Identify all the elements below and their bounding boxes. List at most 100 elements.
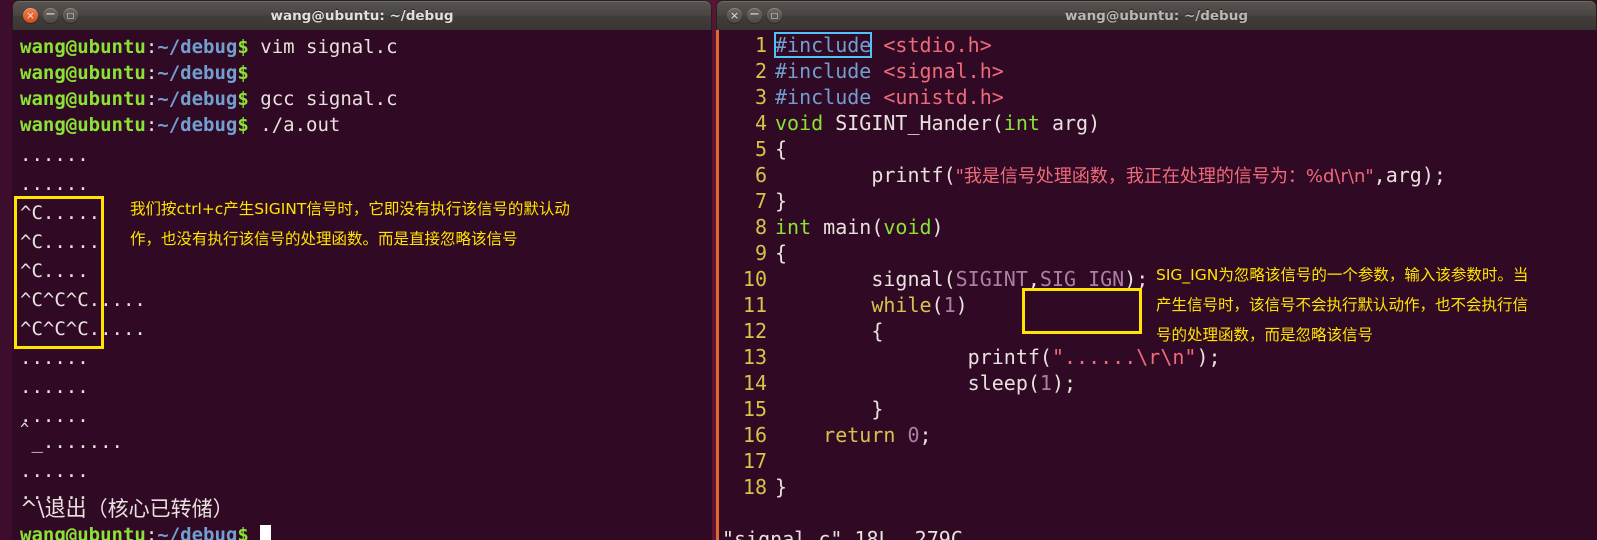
vim-line-15: 15 } xyxy=(719,396,1597,422)
token-void-kw: void xyxy=(883,215,932,239)
prompt-user: wang@ubuntu xyxy=(20,88,146,110)
token-string-6: "我是信号处理函数，我正在处理的信号为：%d\r\n" xyxy=(955,166,1374,187)
vim-status-line: "signal.c" 18L, 279C 1,1 全部 xyxy=(719,500,1597,540)
line-number: 14 xyxy=(742,371,767,395)
annotation-left-line1: 我们按ctrl+c产生SIGINT信号时，它即没有执行该信号的默认动 xyxy=(130,200,570,218)
close-button-right[interactable]: × xyxy=(727,8,742,23)
prompt-path: ~/debug xyxy=(157,524,238,540)
token-zero: 0 xyxy=(895,423,920,447)
token-arg: arg) xyxy=(1039,111,1101,135)
line-number: 16 xyxy=(742,423,767,447)
window-controls-left[interactable]: × − □ xyxy=(23,8,78,23)
line-number: 1 xyxy=(754,33,767,57)
window-title-right: wang@ubuntu: ~/debug xyxy=(1064,7,1248,24)
prompt-colon: : xyxy=(145,114,158,136)
vim-editor-pane[interactable]: 1 #include <stdio.h> 2 #include <signal.h>… xyxy=(716,30,1597,540)
minimize-icon: − xyxy=(45,6,56,22)
token-one: 1 xyxy=(943,293,956,317)
token-brace-open-12: { xyxy=(871,319,884,343)
annotation-left-line2: 作，也没有执行该信号的处理函数。而是直接忽略该信号 xyxy=(130,230,518,248)
line-number: 18 xyxy=(742,475,767,499)
line-number: 6 xyxy=(754,163,767,187)
terminal-line-empty-prompt: wang@ubuntu:~/debug$ xyxy=(20,60,249,86)
titlebar-right[interactable]: × − □ wang@ubuntu: ~/debug xyxy=(716,0,1597,30)
command-vim: vim signal.c xyxy=(248,36,398,58)
highlight-box-ctrlc xyxy=(14,196,104,349)
prompt-dollar: $ xyxy=(237,62,249,84)
output-dots-2: ...... xyxy=(20,173,89,195)
minimize-button-left[interactable]: − xyxy=(43,8,58,23)
output-underscore-dots: _....... xyxy=(20,431,123,453)
line-number: 8 xyxy=(754,215,767,239)
terminal-line-vim: wang@ubuntu:~/debug$ vim signal.c xyxy=(20,34,398,60)
line-number: 13 xyxy=(742,345,767,369)
window-title-left: wang@ubuntu: ~/debug xyxy=(270,7,454,24)
token-sleep: sleep( xyxy=(967,371,1040,395)
line-number: 5 xyxy=(754,137,767,161)
maximize-button-right[interactable]: □ xyxy=(767,8,782,23)
line-number: 7 xyxy=(754,189,767,213)
terminal-cursor xyxy=(260,525,272,540)
token-semi-14: ); xyxy=(1051,371,1077,395)
token-main: main( xyxy=(811,215,884,239)
prompt-user: wang@ubuntu xyxy=(20,36,146,58)
token-arg-call: ,arg); xyxy=(1373,163,1446,187)
terminal-line-run: wang@ubuntu:~/debug$ ./a.out xyxy=(20,112,340,138)
token-SIGINT: SIGINT xyxy=(955,267,1028,291)
token-brace-open-9: { xyxy=(775,241,788,265)
prompt-colon: : xyxy=(145,524,158,540)
close-button-left[interactable]: × xyxy=(23,8,38,23)
annotation-right-line2: 产生信号时，该信号不会执行默认动作，也不会执行信 xyxy=(1156,296,1529,314)
vim-line-1: 1 #include <stdio.h> xyxy=(719,32,1597,58)
token-while: while xyxy=(871,293,932,317)
token-unistd: <unistd.h> xyxy=(883,85,1004,109)
token-signal-h: <signal.h> xyxy=(883,59,1004,83)
vim-buffer[interactable]: 1 #include <stdio.h> 2 #include <signal.h>… xyxy=(719,30,1597,540)
vim-line-18: 18} xyxy=(719,474,1597,500)
prompt-colon: : xyxy=(145,62,158,84)
prompt-dollar: $ xyxy=(237,114,249,136)
token-include-2: #include xyxy=(775,59,872,83)
token-brace-close-7: } xyxy=(775,189,788,213)
output-dots-4: ...... xyxy=(20,376,89,398)
token-int: int xyxy=(1003,111,1040,135)
terminal-output-left[interactable]: wang@ubuntu:~/debug$ vim signal.c wang@u… xyxy=(12,30,712,540)
window-controls-right[interactable]: × − □ xyxy=(727,8,782,23)
token-include-3: #include xyxy=(775,85,872,109)
prompt-path: ~/debug xyxy=(157,88,238,110)
token-void: void xyxy=(775,111,824,135)
titlebar-left[interactable]: × − □ wang@ubuntu: ~/debug xyxy=(12,0,712,30)
token-printf-6: printf( xyxy=(871,163,956,187)
token-printf-13: printf( xyxy=(967,345,1052,369)
line-number: 11 xyxy=(742,293,767,317)
output-dots-5: ...... xyxy=(20,405,89,427)
terminal-line-final-prompt[interactable]: wang@ubuntu:~/debug$ xyxy=(20,522,272,540)
prompt-user: wang@ubuntu xyxy=(20,524,146,540)
vim-window-right[interactable]: × − □ wang@ubuntu: ~/debug 1 #include <st… xyxy=(716,0,1597,540)
command-run: ./a.out xyxy=(248,114,341,136)
terminal-window-left[interactable]: × − □ wang@ubuntu: ~/debug wang@ubuntu:~… xyxy=(12,0,712,540)
close-icon: × xyxy=(25,9,36,22)
token-signal-call: signal( xyxy=(871,267,956,291)
token-brace-open-5: { xyxy=(775,137,788,161)
vim-line-7: 7} xyxy=(719,188,1597,214)
token-brace-close-15: } xyxy=(871,397,884,421)
vim-line-8: 8 int main(void) xyxy=(719,214,1597,240)
prompt-colon: : xyxy=(145,88,158,110)
terminal-line-gcc: wang@ubuntu:~/debug$ gcc signal.c xyxy=(20,86,398,112)
token-one-sleep: 1 xyxy=(1039,371,1052,395)
token-stdio: <stdio.h> xyxy=(883,33,992,57)
prompt-user: wang@ubuntu xyxy=(20,62,146,84)
prompt-path: ~/debug xyxy=(157,36,238,58)
vim-line-14: 14 sleep(1); xyxy=(719,370,1597,396)
line-number: 15 xyxy=(742,397,767,421)
output-quit-message: ^\退出（核心已转储） xyxy=(20,497,234,521)
maximize-button-left[interactable]: □ xyxy=(63,8,78,23)
maximize-icon: □ xyxy=(770,10,779,20)
prompt-user: wang@ubuntu xyxy=(20,114,146,136)
prompt-path: ~/debug xyxy=(157,62,238,84)
vim-line-2: 2 #include <signal.h> xyxy=(719,58,1597,84)
minimize-button-right[interactable]: − xyxy=(747,8,762,23)
vim-line-16: 16 return 0; xyxy=(719,422,1597,448)
command-gcc: gcc signal.c xyxy=(248,88,398,110)
